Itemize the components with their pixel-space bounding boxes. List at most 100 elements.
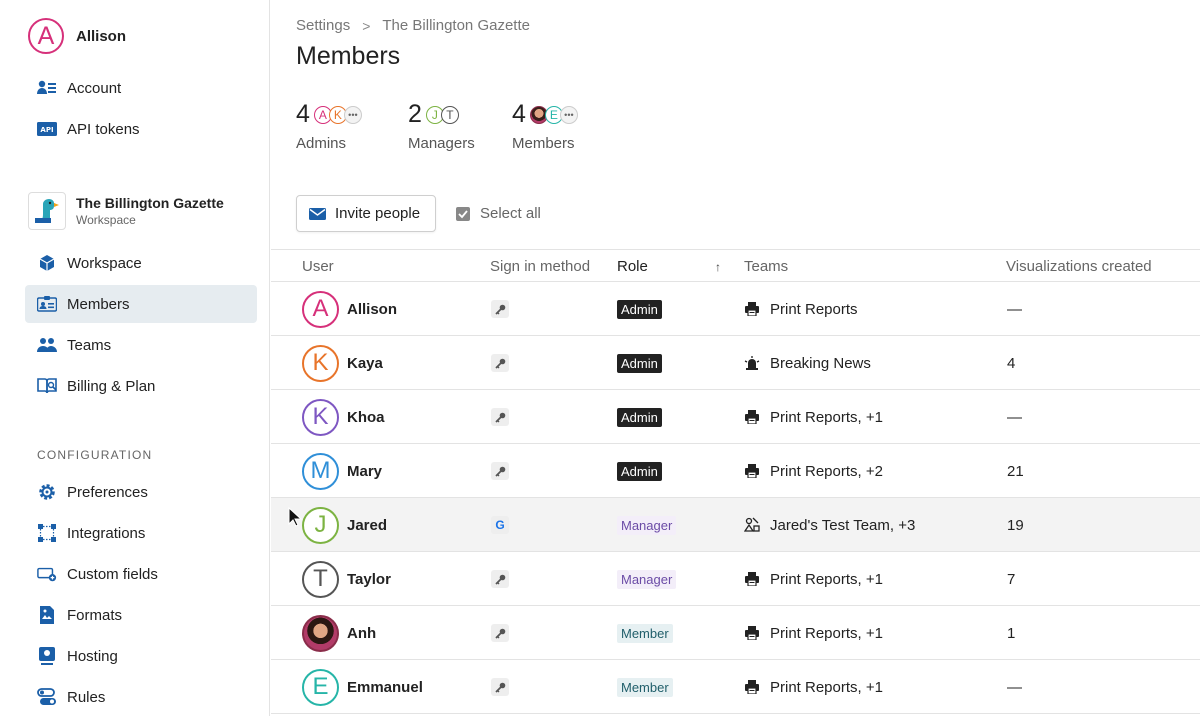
stat-members[interactable]: 4 E ••• Members xyxy=(512,100,578,152)
sidebar-item-teams[interactable]: Teams xyxy=(25,326,257,364)
stat-count: 2 xyxy=(408,100,422,128)
team-names[interactable]: Print Reports, +1 xyxy=(770,625,883,642)
table-row[interactable]: J Jared G Manager Jared's Test Team, +3 … xyxy=(271,498,1200,552)
column-visualizations[interactable]: Visualizations created xyxy=(1006,258,1152,275)
more-icon: ••• xyxy=(559,105,578,124)
stat-managers[interactable]: 2 J T Managers xyxy=(408,100,475,152)
table-row[interactable]: K Khoa Admin Print Reports, +1 — xyxy=(271,390,1200,444)
team-names[interactable]: Print Reports, +1 xyxy=(770,571,883,588)
key-icon xyxy=(491,678,509,696)
user-name: Khoa xyxy=(347,408,385,426)
visualizations-count: — xyxy=(1007,678,1022,696)
key-icon xyxy=(491,570,509,588)
visualizations-count: — xyxy=(1007,408,1022,426)
envelope-icon xyxy=(309,207,326,220)
account-icon xyxy=(37,78,57,98)
sidebar-item-api-tokens[interactable]: API API tokens xyxy=(25,110,257,148)
table-row[interactable]: K Kaya Admin Breaking News 4 xyxy=(271,336,1200,390)
signin-method xyxy=(491,552,509,606)
workspace-name: The Billington Gazette xyxy=(76,195,224,211)
printer-icon xyxy=(744,679,760,695)
sidebar-item-label: Formats xyxy=(67,606,123,624)
avatar: A xyxy=(28,18,64,54)
teams-icon xyxy=(37,335,57,355)
printer-icon xyxy=(744,571,760,587)
role-badge[interactable]: Admin xyxy=(617,461,662,481)
sidebar-item-account[interactable]: Account xyxy=(25,69,257,107)
select-all-button[interactable]: Select all xyxy=(455,195,541,232)
user-name: Emmanuel xyxy=(347,678,423,696)
column-user[interactable]: User xyxy=(302,258,334,275)
role-badge[interactable]: Admin xyxy=(617,407,662,427)
table-row[interactable]: Anh Member Print Reports, +1 1 xyxy=(271,606,1200,660)
config-section-label: CONFIGURATION xyxy=(37,448,153,462)
column-role[interactable]: Role xyxy=(617,258,648,275)
select-all-label: Select all xyxy=(480,205,541,222)
team-names[interactable]: Print Reports, +1 xyxy=(770,409,883,426)
sidebar-item-label: Members xyxy=(67,295,130,313)
signin-method xyxy=(491,444,509,498)
user-name: Mary xyxy=(347,462,383,480)
sidebar-item-rules[interactable]: Rules xyxy=(25,678,257,716)
stat-admins[interactable]: 4 A K ••• Admins xyxy=(296,100,362,152)
visualizations-count: 21 xyxy=(1007,462,1024,480)
role-badge[interactable]: Manager xyxy=(617,569,677,589)
breadcrumb-settings[interactable]: Settings xyxy=(296,17,350,34)
visualizations-count: 4 xyxy=(1007,354,1016,372)
sidebar-item-members[interactable]: Members xyxy=(25,285,257,323)
printer-icon xyxy=(744,625,760,641)
sidebar-item-preferences[interactable]: Preferences xyxy=(25,473,257,511)
sidebar-item-custom-fields[interactable]: Custom fields xyxy=(25,555,257,593)
sort-asc-icon[interactable]: ↑ xyxy=(715,260,721,274)
table-row[interactable]: M Mary Admin Print Reports, +2 21 xyxy=(271,444,1200,498)
table-row[interactable]: T Taylor Manager Print Reports, +1 7 xyxy=(271,552,1200,606)
role-badge[interactable]: Admin xyxy=(617,353,662,373)
integrations-icon xyxy=(37,523,57,543)
stat-count: 4 xyxy=(296,100,310,128)
role-badge[interactable]: Member xyxy=(617,677,673,697)
table-row[interactable]: E Emmanuel Member Print Reports, +1 — xyxy=(271,660,1200,714)
sidebar-item-label: Teams xyxy=(67,336,112,354)
table-header: User Sign in method Role ↑ Teams Visuali… xyxy=(271,249,1200,282)
team-names[interactable]: Print Reports, +2 xyxy=(770,463,883,480)
column-signin[interactable]: Sign in method xyxy=(490,258,590,275)
visualizations-count: 19 xyxy=(1007,516,1024,534)
signin-method xyxy=(491,336,509,390)
invite-people-button[interactable]: Invite people xyxy=(296,195,437,232)
role-badge[interactable]: Member xyxy=(617,623,673,643)
team-names[interactable]: Print Reports, +1 xyxy=(770,679,883,696)
visualizations-count: — xyxy=(1007,300,1022,318)
visualizations-count: 1 xyxy=(1007,624,1016,642)
sidebar-item-hosting[interactable]: Hosting xyxy=(25,637,257,675)
page-title: Members xyxy=(296,42,401,70)
sidebar-item-label: Billing & Plan xyxy=(67,377,156,395)
table-row[interactable]: A Allison Admin Print Reports — xyxy=(271,282,1200,336)
current-user[interactable]: A Allison xyxy=(28,18,126,54)
avatar: T xyxy=(302,560,339,598)
stat-label: Admins xyxy=(296,135,347,152)
visualizations-count: 7 xyxy=(1007,570,1016,588)
role-badge[interactable]: Manager xyxy=(617,515,677,535)
key-icon xyxy=(491,300,509,318)
key-icon xyxy=(491,354,509,372)
user-name: Kaya xyxy=(347,354,383,372)
avatar: K xyxy=(302,398,339,436)
table-body: A Allison Admin Print Reports — K Kaya A… xyxy=(271,282,1200,714)
column-teams[interactable]: Teams xyxy=(744,258,788,275)
team-names[interactable]: Jared's Test Team, +3 xyxy=(770,517,915,534)
avatar: A xyxy=(302,290,339,328)
formats-icon xyxy=(37,605,57,625)
workspace-logo xyxy=(28,192,66,230)
workspace-switcher[interactable]: The Billington Gazette Workspace xyxy=(28,192,224,230)
breadcrumb-current[interactable]: The Billington Gazette xyxy=(382,17,530,34)
sidebar-item-formats[interactable]: Formats xyxy=(25,596,257,634)
signin-method xyxy=(491,390,509,444)
team-names[interactable]: Print Reports xyxy=(770,301,858,318)
sidebar-item-integrations[interactable]: Integrations xyxy=(25,514,257,552)
team-names[interactable]: Breaking News xyxy=(770,355,871,372)
sidebar-item-workspace[interactable]: Workspace xyxy=(25,244,257,282)
more-icon: ••• xyxy=(343,105,362,124)
sidebar-item-label: Preferences xyxy=(67,483,148,501)
role-badge[interactable]: Admin xyxy=(617,299,662,319)
sidebar-item-billing[interactable]: Billing & Plan xyxy=(25,367,257,405)
